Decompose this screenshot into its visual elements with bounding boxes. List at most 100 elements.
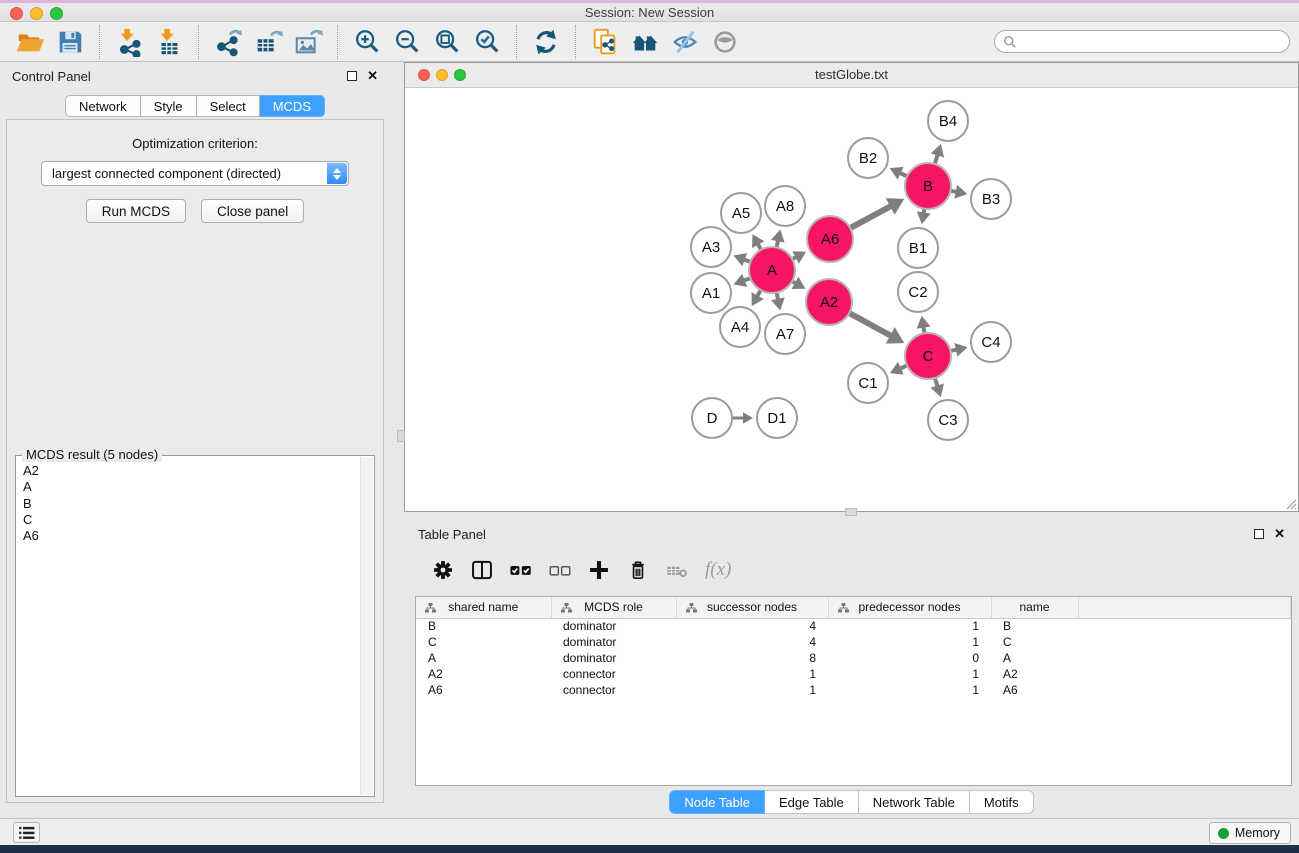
- select-all-icon[interactable]: [504, 553, 538, 587]
- tab-edge-table[interactable]: Edge Table: [765, 790, 859, 814]
- graph-edge-A-A3[interactable]: [744, 259, 751, 262]
- window-title: Session: New Session: [0, 3, 1299, 22]
- split-column-icon[interactable]: [465, 553, 499, 587]
- control-panel-title: Control Panel: [12, 69, 91, 84]
- result-scrollbar[interactable]: [360, 457, 373, 795]
- close-panel-button[interactable]: Close panel: [201, 199, 304, 223]
- apply-function-icon: f(x): [705, 559, 731, 581]
- graph-edge-A-A7[interactable]: [777, 293, 778, 300]
- memory-button[interactable]: Memory: [1209, 822, 1291, 844]
- mcds-result-item[interactable]: A6: [23, 528, 360, 544]
- column-header-predecessor-nodes[interactable]: predecessor nodes: [828, 597, 991, 618]
- tab-node-table[interactable]: Node Table: [669, 790, 765, 814]
- network-canvas[interactable]: AA1A2A3A4A5A6A7A8BB1B2B3B4CC1C2C3C4DD1: [405, 89, 1298, 511]
- horizontal-split-handle[interactable]: [845, 508, 857, 516]
- toolbar-separator: [337, 25, 338, 59]
- attribute-icon: [686, 603, 697, 613]
- tab-select[interactable]: Select: [197, 95, 260, 117]
- import-network-icon[interactable]: [109, 24, 149, 60]
- table-row[interactable]: Adominator80A: [416, 650, 1291, 666]
- float-panel-icon[interactable]: [347, 71, 357, 81]
- minimize-window-button[interactable]: [30, 7, 43, 20]
- table-row[interactable]: Bdominator41B: [416, 618, 1291, 634]
- zoom-out-icon[interactable]: [387, 24, 427, 60]
- float-table-panel-icon[interactable]: [1254, 529, 1264, 539]
- home-icon[interactable]: [625, 24, 665, 60]
- mcds-result-item[interactable]: B: [23, 496, 360, 512]
- settings-gear-icon[interactable]: [426, 553, 460, 587]
- close-panel-icon[interactable]: ✕: [367, 71, 378, 81]
- graph-node-label-A8: A8: [776, 198, 794, 215]
- table-row[interactable]: A2connector11A2: [416, 666, 1291, 682]
- show-graphics-details-icon[interactable]: [705, 24, 745, 60]
- zoom-fit-icon[interactable]: [427, 24, 467, 60]
- network-maximize-button[interactable]: [454, 69, 466, 81]
- tab-mcds[interactable]: MCDS: [260, 95, 325, 117]
- task-list-icon[interactable]: [13, 822, 40, 843]
- tab-motifs[interactable]: Motifs: [970, 790, 1034, 814]
- graph-node-label-A7: A7: [776, 326, 794, 343]
- delete-table-icon: [660, 553, 694, 587]
- graph-edge-A-A5[interactable]: [758, 244, 761, 250]
- graph-node-label-C4: C4: [981, 334, 1000, 351]
- graph-edge-C-C2[interactable]: [923, 327, 924, 334]
- column-header-name[interactable]: name: [991, 597, 1078, 618]
- attribute-icon: [425, 603, 436, 613]
- search-icon: [1003, 35, 1017, 49]
- export-image-icon[interactable]: [288, 24, 328, 60]
- mcds-result-item[interactable]: A: [23, 479, 360, 495]
- close-table-panel-icon[interactable]: ✕: [1274, 529, 1285, 539]
- graph-edge-A6-B[interactable]: [850, 206, 891, 228]
- graph-node-label-A4: A4: [731, 319, 749, 336]
- graph-edge-B-B2[interactable]: [900, 173, 907, 176]
- graph-node-label-C1: C1: [858, 375, 877, 392]
- control-panel-tabs: Network Style Select MCDS: [0, 95, 390, 117]
- import-table-icon[interactable]: [149, 24, 189, 60]
- zoom-selected-icon[interactable]: [467, 24, 507, 60]
- save-session-icon[interactable]: [50, 24, 90, 60]
- column-header-successor-nodes[interactable]: successor nodes: [676, 597, 828, 618]
- graph-edge-arrow-icon: [917, 316, 931, 329]
- graph-edge-B-B4[interactable]: [935, 154, 938, 164]
- zoom-in-icon[interactable]: [347, 24, 387, 60]
- run-mcds-button[interactable]: Run MCDS: [86, 199, 186, 223]
- table-row[interactable]: A6connector11A6: [416, 682, 1291, 698]
- mcds-result-item[interactable]: C: [23, 512, 360, 528]
- export-table-icon[interactable]: [248, 24, 288, 60]
- graph-edge-C-C3[interactable]: [935, 378, 938, 387]
- memory-label: Memory: [1235, 826, 1280, 840]
- tab-style[interactable]: Style: [141, 95, 197, 117]
- network-window-titlebar[interactable]: testGlobe.txt: [405, 63, 1298, 88]
- add-column-icon[interactable]: [582, 553, 616, 587]
- duplicate-network-icon[interactable]: [585, 24, 625, 60]
- tab-network-table[interactable]: Network Table: [859, 790, 970, 814]
- mcds-result-item[interactable]: A2: [23, 463, 360, 479]
- export-network-icon[interactable]: [208, 24, 248, 60]
- open-session-icon[interactable]: [10, 24, 50, 60]
- network-minimize-button[interactable]: [436, 69, 448, 81]
- resize-grip-icon[interactable]: [1284, 497, 1297, 510]
- graph-edge-C-C1[interactable]: [900, 365, 907, 368]
- graph-edge-arrow-icon: [743, 412, 753, 424]
- vertical-split-handle[interactable]: [397, 430, 405, 442]
- close-window-button[interactable]: [10, 7, 23, 20]
- deselect-all-icon[interactable]: [543, 553, 577, 587]
- maximize-window-button[interactable]: [50, 7, 63, 20]
- network-close-button[interactable]: [418, 69, 430, 81]
- column-header-mcds-role[interactable]: MCDS role: [551, 597, 676, 618]
- graph-edge-A-A4[interactable]: [757, 290, 761, 296]
- graph-edge-A-A8[interactable]: [777, 240, 778, 247]
- graph-edge-A-A1[interactable]: [744, 278, 751, 281]
- toolbar-separator: [198, 25, 199, 59]
- graph-edge-arrow-icon: [771, 230, 785, 243]
- graph-edge-A2-C[interactable]: [849, 313, 891, 336]
- delete-column-icon[interactable]: [621, 553, 655, 587]
- refresh-view-icon[interactable]: [526, 24, 566, 60]
- criterion-dropdown[interactable]: largest connected component (directed): [41, 161, 349, 186]
- tab-network[interactable]: Network: [65, 95, 141, 117]
- search-input[interactable]: [1021, 35, 1281, 49]
- node-table: shared name MCDS role successor nodes pr…: [415, 596, 1292, 786]
- table-row[interactable]: Cdominator41C: [416, 634, 1291, 650]
- column-header-shared-name[interactable]: shared name: [416, 597, 551, 618]
- hide-graphics-details-icon[interactable]: [665, 24, 705, 60]
